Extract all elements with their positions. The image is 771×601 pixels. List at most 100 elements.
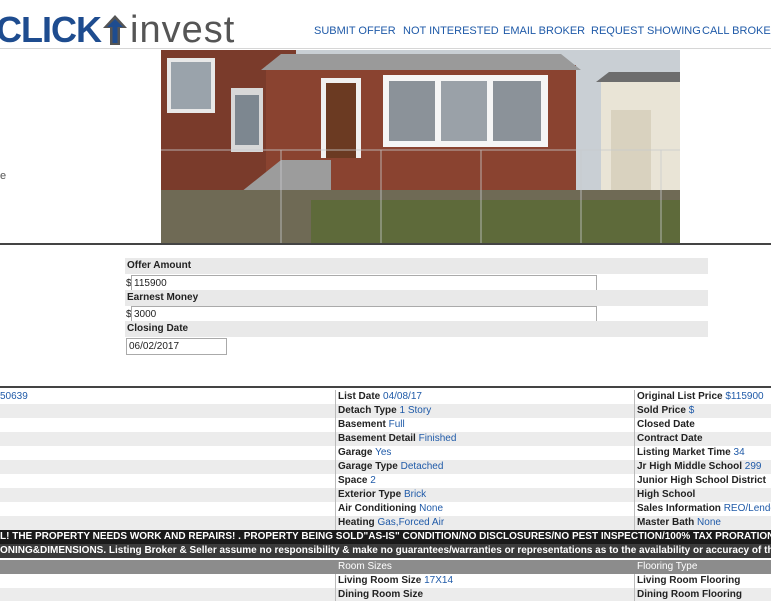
detail-cell-col3-label: High School [637, 489, 696, 500]
request-showing-link[interactable]: REQUEST SHOWING [591, 25, 701, 37]
room-cell-col3: Living Room Flooring [637, 575, 740, 586]
detail-cell-col3: Listing Market Time 34 [637, 447, 745, 458]
detail-cell-col3-label: Contract Date [637, 433, 703, 444]
detail-cell-col3-value: 34 [733, 447, 745, 458]
detail-cell-col3-label: Sold Price [637, 405, 686, 416]
detail-cell-col2: Garage Type Detached [338, 461, 443, 472]
column-divider [335, 588, 336, 601]
detail-cell-col2-value: Gas,Forced Air [377, 517, 445, 528]
column-divider [634, 516, 635, 530]
detail-cell-col3: High School [637, 489, 695, 500]
up-arrow-icon [102, 14, 128, 46]
room-cell-col2-label: Dining Room Size [338, 589, 423, 600]
detail-cell-col2-value: Finished [418, 433, 457, 444]
detail-cell-col3-label: Closed Date [637, 419, 695, 430]
room-row: Dining Room Size Dining Room Flooring [0, 588, 771, 601]
column-divider [634, 588, 635, 601]
column-divider [634, 502, 635, 516]
detail-cell-col2-value: Brick [403, 489, 427, 500]
offer-amount-label: Offer Amount [125, 258, 708, 274]
detail-cell-col3: Sales Information REO/Lender [637, 503, 771, 514]
remarks-line-1: L! THE PROPERTY NEEDS WORK AND REPAIRS! … [0, 530, 771, 544]
column-divider [634, 404, 635, 418]
detail-cell-col2: Space 2 [338, 475, 376, 486]
room-cell-col3-label: Living Room Flooring [637, 575, 741, 586]
detail-cell-col2: Basement Detail Finished [338, 433, 456, 444]
detail-cell-col3-label: Master Bath [637, 517, 695, 528]
detail-cell-col2-value: Full [388, 419, 405, 430]
closing-date-label: Closing Date [125, 321, 708, 337]
property-photo[interactable] [161, 50, 680, 243]
detail-cell-col2: Garage Yes [338, 447, 391, 458]
column-divider [634, 488, 635, 502]
detail-cell-col2-label: Exterior Type [338, 489, 402, 500]
detail-cell-col1-value: 50639 [0, 391, 28, 402]
column-divider [335, 432, 336, 446]
closing-date-input[interactable] [126, 338, 227, 355]
detail-cell-col3-label: Junior High School District [637, 475, 766, 486]
submit-offer-link[interactable]: SUBMIT OFFER [314, 25, 396, 37]
detail-cell-col2: Heating Gas,Forced Air [338, 517, 444, 528]
column-divider [335, 516, 336, 530]
detail-cell-col3-value: $ [688, 405, 695, 416]
detail-cell-col3: Sold Price $ [637, 405, 694, 416]
detail-cell-col3-label: Jr High Middle School [637, 461, 743, 472]
flooring-type-heading: Flooring Type [637, 561, 698, 572]
column-divider [335, 418, 336, 432]
logo-invest-text: invest [130, 9, 236, 51]
detail-cell-col2-label: Garage Type [338, 461, 398, 472]
detail-cell-col2: List Date 04/08/17 [338, 391, 422, 402]
detail-cell-col3: Closed Date [637, 419, 695, 430]
column-divider [634, 460, 635, 474]
logo-click-text: CLICK [0, 9, 102, 50]
detail-cell-col3-value: REO/Lender [723, 503, 771, 514]
section-divider-details [0, 386, 771, 388]
detail-cell-col2-label: Heating [338, 517, 375, 528]
section-divider-top [0, 243, 771, 245]
not-interested-link[interactable]: NOT INTERESTED [403, 25, 499, 37]
detail-cell-col1: 50639 [0, 391, 28, 402]
detail-cell-col3-value: $115900 [725, 391, 764, 402]
detail-cell-col2-label: Basement [338, 419, 386, 430]
clickinvest-logo[interactable]: CLICK invest [0, 9, 236, 51]
call-broker-link[interactable]: CALL BROKER [702, 25, 771, 37]
offer-amount-input[interactable] [131, 275, 597, 291]
email-broker-link[interactable]: EMAIL BROKER [503, 25, 585, 37]
detail-cell-col2-value: 2 [370, 475, 376, 486]
detail-cell-col2: Exterior Type Brick [338, 489, 426, 500]
detail-cell-col2: Detach Type 1 Story [338, 405, 431, 416]
detail-cell-col2-label: Garage [338, 447, 373, 458]
detail-cell-col3-value: None [697, 517, 721, 528]
detail-cell-col3-label: Sales Information [637, 503, 721, 514]
header-divider [0, 48, 771, 49]
column-divider [634, 390, 635, 404]
earnest-money-label: Earnest Money [125, 290, 708, 306]
column-divider [335, 574, 336, 588]
column-divider [335, 474, 336, 488]
detail-cell-col3: Contract Date [637, 433, 703, 444]
detail-cell-col3-label: Original List Price [637, 391, 723, 402]
room-cell-col3-label: Dining Room Flooring [637, 589, 742, 600]
detail-cell-col3: Original List Price $115900 [637, 391, 764, 402]
detail-cell-col2-value: Detached [400, 461, 444, 472]
column-divider [335, 488, 336, 502]
detail-cell-col2-label: List Date [338, 391, 381, 402]
room-section-header: Room Sizes Flooring Type [0, 560, 771, 574]
room-cell-col2-label: Living Room Size [338, 575, 422, 586]
room-cell-col3: Dining Room Flooring [637, 589, 742, 600]
details-row: Garage Type Detached Jr High Middle Schoo… [0, 460, 771, 474]
column-divider [335, 390, 336, 404]
earnest-money-input[interactable] [131, 306, 597, 322]
column-divider [335, 404, 336, 418]
detail-cell-col2-label: Space [338, 475, 368, 486]
detail-cell-col2-label: Basement Detail [338, 433, 416, 444]
room-sizes-heading: Room Sizes [338, 561, 392, 572]
details-row: Garage Yes Listing Market Time 34 [0, 446, 771, 460]
column-divider [335, 502, 336, 516]
room-cell-col2: Dining Room Size [338, 589, 423, 600]
details-row: 50639 List Date 04/08/17 Original List Pri… [0, 390, 771, 404]
details-row: Air Conditioning None Sales Information R… [0, 502, 771, 516]
details-row: Exterior Type Brick High School [0, 488, 771, 502]
details-row: Heating Gas,Forced Air Master Bath None [0, 516, 771, 530]
detail-cell-col3-value: 299 [744, 461, 762, 472]
